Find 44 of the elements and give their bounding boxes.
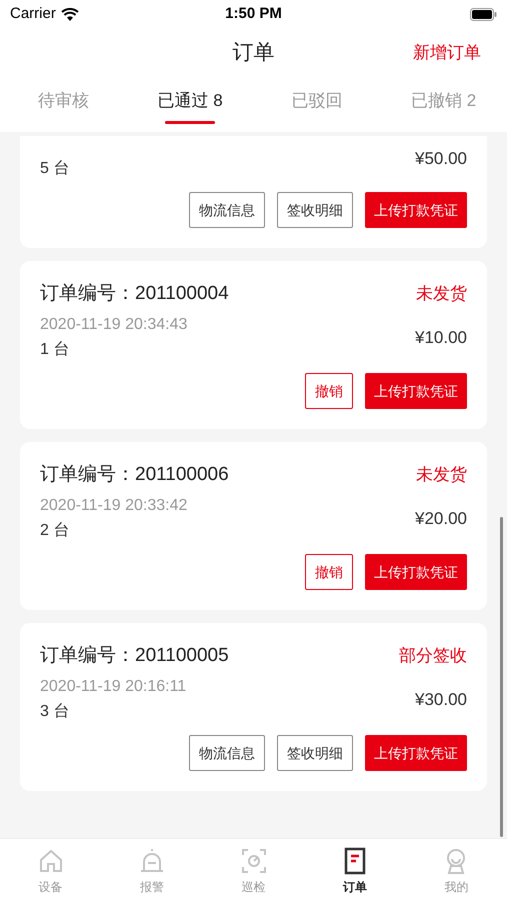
order-status: 部分签收 bbox=[399, 645, 467, 668]
filter-tab[interactable]: 待审核 bbox=[38, 88, 89, 114]
order-action-button[interactable]: 签收明细 bbox=[277, 192, 353, 228]
order-number: 订单编号：201100004 bbox=[40, 282, 229, 306]
order-action-button[interactable]: 上传打款凭证 bbox=[365, 373, 467, 409]
order-date: 2020-11-19 20:33:42 bbox=[40, 496, 188, 516]
wifi-icon bbox=[60, 8, 79, 20]
battery-icon bbox=[470, 8, 497, 20]
time-label: 1:50 PM bbox=[225, 4, 282, 24]
nav-tab[interactable]: 设备 bbox=[0, 839, 102, 900]
order-action-button[interactable]: 撤销 bbox=[305, 554, 353, 590]
order-number: 订单编号：201100005 bbox=[40, 644, 229, 668]
filter-tab[interactable]: 已通过 8 bbox=[158, 88, 223, 114]
carrier-label: Carrier bbox=[10, 4, 56, 24]
new-order-button[interactable]: 新增订单 bbox=[413, 40, 481, 66]
order-action-button[interactable]: 签收明细 bbox=[277, 735, 353, 771]
nav-tab[interactable]: 我的 bbox=[406, 839, 507, 900]
order-action-button[interactable]: 物流信息 bbox=[189, 192, 265, 228]
order-number: 订单编号：201100006 bbox=[40, 462, 229, 487]
page-title: 订单 bbox=[232, 40, 274, 66]
order-price: ¥20.00 bbox=[415, 508, 467, 530]
order-quantity: 2 台 bbox=[40, 521, 70, 541]
scan-icon bbox=[240, 847, 268, 875]
order-date: 2020-11-19 20:34:43 bbox=[40, 315, 188, 335]
order-action-button[interactable]: 上传打款凭证 bbox=[365, 554, 467, 590]
order-action-button[interactable]: 上传打款凭证 bbox=[365, 192, 467, 228]
order-quantity: 1 台 bbox=[40, 340, 70, 360]
nav-tab[interactable]: 报警 bbox=[101, 839, 203, 900]
nav-tab[interactable]: 巡检 bbox=[202, 839, 304, 900]
order-quantity: 5 台 bbox=[40, 159, 70, 179]
nav-tab[interactable]: 订单 bbox=[304, 839, 406, 900]
filter-tab[interactable]: 已驳回 bbox=[291, 88, 342, 114]
order-price: ¥30.00 bbox=[415, 689, 467, 712]
tab-underline bbox=[165, 121, 216, 124]
order-status: 未发货 bbox=[416, 464, 467, 486]
order-status: 未发货 bbox=[416, 283, 467, 306]
order-action-button[interactable]: 上传打款凭证 bbox=[365, 735, 467, 771]
order-quantity: 3 台 bbox=[40, 702, 70, 722]
order-action-button[interactable]: 撤销 bbox=[305, 373, 353, 409]
order-date: 2020-11-19 20:16:11 bbox=[40, 677, 186, 697]
order-price: ¥10.00 bbox=[415, 327, 467, 350]
filter-tab[interactable]: 已撤销 2 bbox=[411, 88, 476, 114]
order-price: ¥50.00 bbox=[415, 148, 467, 170]
order-action-button[interactable]: 物流信息 bbox=[189, 735, 265, 771]
